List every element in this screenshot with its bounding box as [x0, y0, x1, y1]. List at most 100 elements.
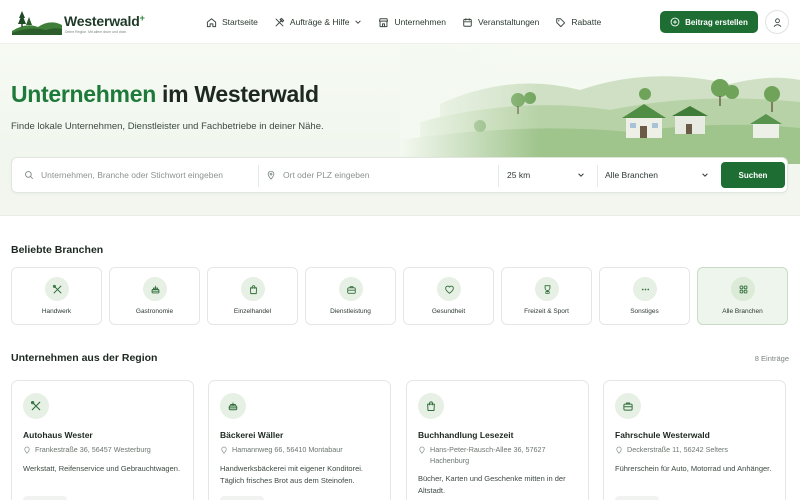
category-freizeit-sport[interactable]: Freizeit & Sport: [501, 267, 592, 325]
calendar-icon: [463, 17, 472, 27]
main-nav: Startseite Aufträge & Hilfe Unternehmen …: [206, 0, 617, 44]
company-card[interactable]: Autohaus Wester Frankestraße 36, 56457 W…: [11, 380, 194, 500]
cake-icon: [228, 402, 238, 411]
company-icon: [23, 393, 49, 419]
category-icon: [143, 277, 167, 301]
company-tag: [220, 496, 264, 500]
location-pin-icon: [221, 446, 227, 454]
category-alle-branchen[interactable]: Alle Branchen: [697, 267, 788, 325]
company-tag: [23, 496, 67, 500]
category-icon: [535, 277, 559, 301]
plus-circle-icon: [670, 17, 680, 27]
category-icon: [731, 277, 755, 301]
company-address: Frankestraße 36, 56457 Westerburg: [23, 445, 188, 456]
create-post-button[interactable]: Beitrag erstellen: [660, 11, 758, 33]
divider: [498, 165, 499, 187]
company-name[interactable]: Autohaus Wester: [23, 430, 93, 440]
tools-icon: [275, 17, 285, 26]
address-text: Hans-Peter-Rausch-Allee 36, 57627 Hachen…: [430, 445, 546, 465]
category-gesundheit[interactable]: Gesundheit: [403, 267, 494, 325]
nav-item-unternehmen[interactable]: Unternehmen: [378, 17, 446, 28]
search-bar: 25 km Alle Branchen Suchen: [11, 157, 788, 193]
tools-icon: [52, 284, 61, 293]
location-field[interactable]: [266, 158, 494, 192]
chevron-down-icon: [702, 173, 708, 177]
brand-logo[interactable]: Westerwald+ Deine Region. Mit allem drum…: [12, 9, 152, 35]
nav-label: Startseite: [222, 17, 258, 27]
company-tag: [615, 496, 659, 500]
category-dienstleistung[interactable]: Dienstleistung: [305, 267, 396, 325]
heart-icon: [444, 285, 454, 294]
results-count: 8 Einträge: [754, 354, 789, 363]
site-header: Westerwald+ Deine Region. Mit allem drum…: [0, 0, 800, 44]
branch-select[interactable]: Alle Branchen: [605, 158, 709, 192]
location-pin-icon: [616, 446, 622, 454]
company-icon: [615, 393, 641, 419]
create-post-label: Beitrag erstellen: [685, 17, 748, 27]
categories-title: Beliebte Branchen: [11, 244, 104, 256]
category-handwerk[interactable]: Handwerk: [11, 267, 102, 325]
category-icon: [633, 277, 657, 301]
nav-item-rabatte[interactable]: Rabatte: [555, 17, 601, 28]
category-einzelhandel[interactable]: Einzelhandel: [207, 267, 298, 325]
nav-item-auftraege[interactable]: Aufträge & Hilfe: [274, 17, 363, 28]
location-pin-icon: [267, 170, 275, 180]
location-pin-icon: [419, 446, 425, 454]
user-menu-button[interactable]: [765, 10, 789, 34]
trophy-icon: [544, 284, 550, 294]
search-icon: [25, 171, 34, 180]
home-icon: [206, 17, 217, 27]
tools-icon: [30, 400, 41, 411]
category-icon: [241, 277, 265, 301]
category-gastronomie[interactable]: Gastronomie: [109, 267, 200, 325]
category-sonstiges[interactable]: Sonstiges: [599, 267, 690, 325]
cake-icon: [151, 285, 159, 293]
category-label: Sonstiges: [630, 308, 659, 315]
address-text: Hamannweg 66, 56410 Montabaur: [232, 445, 343, 454]
branch-value: Alle Branchen: [605, 170, 658, 180]
company-card[interactable]: Buchhandlung Lesezeit Hans-Peter-Rausch-…: [406, 380, 589, 500]
keyword-input[interactable]: [41, 170, 256, 180]
category-label: Handwerk: [41, 308, 72, 315]
category-label: Gesundheit: [431, 308, 466, 315]
grid-icon: [739, 285, 747, 293]
nav-item-veranstaltungen[interactable]: Veranstaltungen: [462, 17, 539, 28]
company-name[interactable]: Bäckerei Wäller: [220, 430, 283, 440]
brand-name: Westerwald+: [64, 13, 145, 29]
location-pin-icon: [24, 446, 30, 454]
company-card[interactable]: Fahrschule Westerwald Deckerstraße 11, 5…: [603, 380, 786, 500]
company-icon: [418, 393, 444, 419]
address-text: Frankestraße 36, 56457 Westerburg: [35, 445, 151, 454]
nav-label: Aufträge & Hilfe: [289, 17, 350, 27]
address-text: Deckerstraße 11, 56242 Selters: [627, 445, 728, 454]
store-icon: [379, 17, 389, 27]
shopping-bag-icon: [427, 401, 435, 411]
company-card[interactable]: Bäckerei Wäller Hamannweg 66, 56410 Mont…: [208, 380, 391, 500]
company-name[interactable]: Fahrschule Westerwald: [615, 430, 710, 440]
location-input[interactable]: [283, 170, 494, 180]
company-description: Werkstatt, Reifenservice und Gebrauchtwa…: [23, 464, 181, 473]
category-label: Einzelhandel: [233, 308, 272, 315]
category-label: Alle Branchen: [722, 308, 763, 315]
company-address: Hans-Peter-Rausch-Allee 36, 57627 Hachen…: [418, 445, 583, 466]
tag-icon: [556, 17, 566, 27]
logo-hills-icon: [12, 11, 62, 35]
companies-title: Unternehmen aus der Region: [11, 352, 158, 364]
radius-value: 25 km: [507, 170, 531, 180]
category-icon: [339, 277, 363, 301]
nav-item-startseite[interactable]: Startseite: [206, 17, 258, 28]
search-button[interactable]: Suchen: [721, 162, 785, 188]
company-description: Führerschein für Auto, Motorrad und Anhä…: [615, 464, 772, 473]
more-icon: [641, 288, 649, 290]
briefcase-icon: [346, 285, 356, 294]
divider: [597, 165, 598, 187]
category-icon: [45, 277, 69, 301]
landscape-illustration: [400, 44, 800, 164]
company-name[interactable]: Buchhandlung Lesezeit: [418, 430, 513, 440]
company-icon: [220, 393, 246, 419]
nav-label: Veranstaltungen: [477, 17, 540, 27]
keyword-field[interactable]: [24, 158, 256, 192]
radius-select[interactable]: 25 km: [507, 158, 585, 192]
company-address: Hamannweg 66, 56410 Montabaur: [220, 445, 385, 456]
nav-label: Unternehmen: [394, 17, 446, 27]
